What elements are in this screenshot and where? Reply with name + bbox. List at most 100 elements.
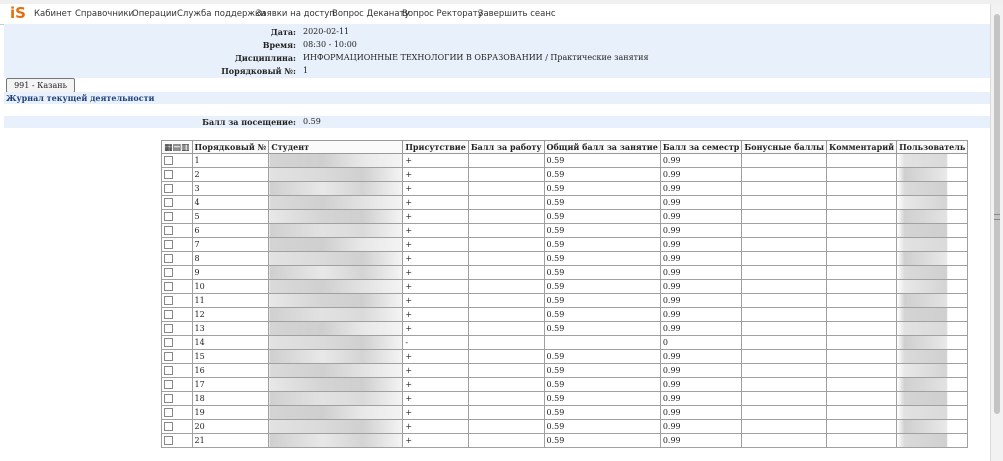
row-checkbox[interactable] [164, 198, 173, 208]
bonus-cell[interactable] [741, 293, 827, 308]
work-cell[interactable] [467, 405, 545, 420]
checkbox-cell[interactable] [161, 377, 193, 392]
comment-cell[interactable] [825, 195, 898, 210]
work-cell[interactable] [467, 363, 545, 378]
work-cell[interactable] [467, 321, 545, 336]
checkbox-cell[interactable] [161, 223, 193, 238]
comment-cell[interactable] [825, 307, 898, 322]
row-checkbox[interactable] [164, 170, 173, 180]
checkbox-cell[interactable] [161, 167, 193, 182]
work-cell[interactable] [467, 349, 545, 364]
bonus-cell[interactable] [741, 335, 827, 350]
presence-cell[interactable]: + [402, 433, 469, 448]
checkbox-cell[interactable] [161, 363, 193, 378]
bonus-cell[interactable] [741, 237, 827, 252]
row-checkbox[interactable] [164, 310, 173, 320]
work-cell[interactable] [467, 181, 545, 196]
presence-cell[interactable]: + [402, 223, 469, 238]
presence-cell[interactable]: + [402, 167, 469, 182]
menu-item-access-requests[interactable]: Заявки на доступ [256, 9, 335, 19]
bonus-cell[interactable] [741, 167, 827, 182]
row-checkbox[interactable] [164, 422, 173, 432]
checkbox-cell[interactable] [161, 419, 193, 434]
work-cell[interactable] [467, 153, 545, 168]
comment-cell[interactable] [825, 321, 898, 336]
menu-item-rector-question[interactable]: Вопрос Ректорату [402, 9, 483, 19]
bonus-cell[interactable] [741, 265, 827, 280]
work-cell[interactable] [467, 237, 545, 252]
presence-cell[interactable]: + [402, 307, 469, 322]
select-all-icons[interactable]: ▦▤▥ [161, 140, 193, 154]
presence-cell[interactable]: + [402, 419, 469, 434]
presence-cell[interactable]: + [402, 265, 469, 280]
comment-cell[interactable] [825, 405, 898, 420]
row-checkbox[interactable] [164, 380, 173, 390]
row-checkbox[interactable] [164, 184, 173, 194]
comment-cell[interactable] [825, 293, 898, 308]
group-button[interactable]: 991 - Казань [6, 78, 75, 93]
comment-cell[interactable] [825, 349, 898, 364]
work-cell[interactable] [467, 335, 545, 350]
bonus-cell[interactable] [741, 349, 827, 364]
checkbox-cell[interactable] [161, 265, 193, 280]
comment-cell[interactable] [825, 377, 898, 392]
comment-cell[interactable] [825, 223, 898, 238]
checkbox-cell[interactable] [161, 181, 193, 196]
checkbox-cell[interactable] [161, 405, 193, 420]
row-checkbox[interactable] [164, 156, 173, 166]
comment-cell[interactable] [825, 433, 898, 448]
work-cell[interactable] [467, 223, 545, 238]
comment-cell[interactable] [825, 209, 898, 224]
presence-cell[interactable]: + [402, 391, 469, 406]
menu-item-operations[interactable]: Операции [132, 9, 177, 19]
work-cell[interactable] [467, 265, 545, 280]
presence-cell[interactable]: + [402, 363, 469, 378]
work-cell[interactable] [467, 433, 545, 448]
presence-cell[interactable]: + [402, 377, 469, 392]
presence-cell[interactable]: + [402, 209, 469, 224]
presence-cell[interactable]: + [402, 251, 469, 266]
row-checkbox[interactable] [164, 268, 173, 278]
row-checkbox[interactable] [164, 338, 173, 348]
bonus-cell[interactable] [741, 251, 827, 266]
checkbox-cell[interactable] [161, 293, 193, 308]
row-checkbox[interactable] [164, 408, 173, 418]
row-checkbox[interactable] [164, 296, 173, 306]
checkbox-cell[interactable] [161, 209, 193, 224]
checkbox-cell[interactable] [161, 195, 193, 210]
checkbox-cell[interactable] [161, 391, 193, 406]
bonus-cell[interactable] [741, 223, 827, 238]
comment-cell[interactable] [825, 335, 898, 350]
row-checkbox[interactable] [164, 366, 173, 376]
checkbox-cell[interactable] [161, 321, 193, 336]
row-checkbox[interactable] [164, 240, 173, 250]
presence-cell[interactable]: + [402, 349, 469, 364]
row-checkbox[interactable] [164, 324, 173, 334]
work-cell[interactable] [467, 209, 545, 224]
presence-cell[interactable]: + [402, 293, 469, 308]
work-cell[interactable] [467, 391, 545, 406]
row-checkbox[interactable] [164, 212, 173, 222]
checkbox-cell[interactable] [161, 335, 193, 350]
row-checkbox[interactable] [164, 282, 173, 292]
bonus-cell[interactable] [741, 195, 827, 210]
comment-cell[interactable] [825, 181, 898, 196]
row-checkbox[interactable] [164, 436, 173, 446]
comment-cell[interactable] [825, 153, 898, 168]
comment-cell[interactable] [825, 237, 898, 252]
comment-cell[interactable] [825, 167, 898, 182]
bonus-cell[interactable] [741, 377, 827, 392]
presence-cell[interactable]: + [402, 181, 469, 196]
bonus-cell[interactable] [741, 307, 827, 322]
checkbox-cell[interactable] [161, 307, 193, 322]
bonus-cell[interactable] [741, 405, 827, 420]
checkbox-cell[interactable] [161, 237, 193, 252]
row-checkbox[interactable] [164, 394, 173, 404]
presence-cell[interactable]: + [402, 279, 469, 294]
comment-cell[interactable] [825, 279, 898, 294]
work-cell[interactable] [467, 377, 545, 392]
work-cell[interactable] [467, 195, 545, 210]
bonus-cell[interactable] [741, 433, 827, 448]
row-checkbox[interactable] [164, 254, 173, 264]
menu-item-references[interactable]: Справочники [75, 9, 134, 19]
